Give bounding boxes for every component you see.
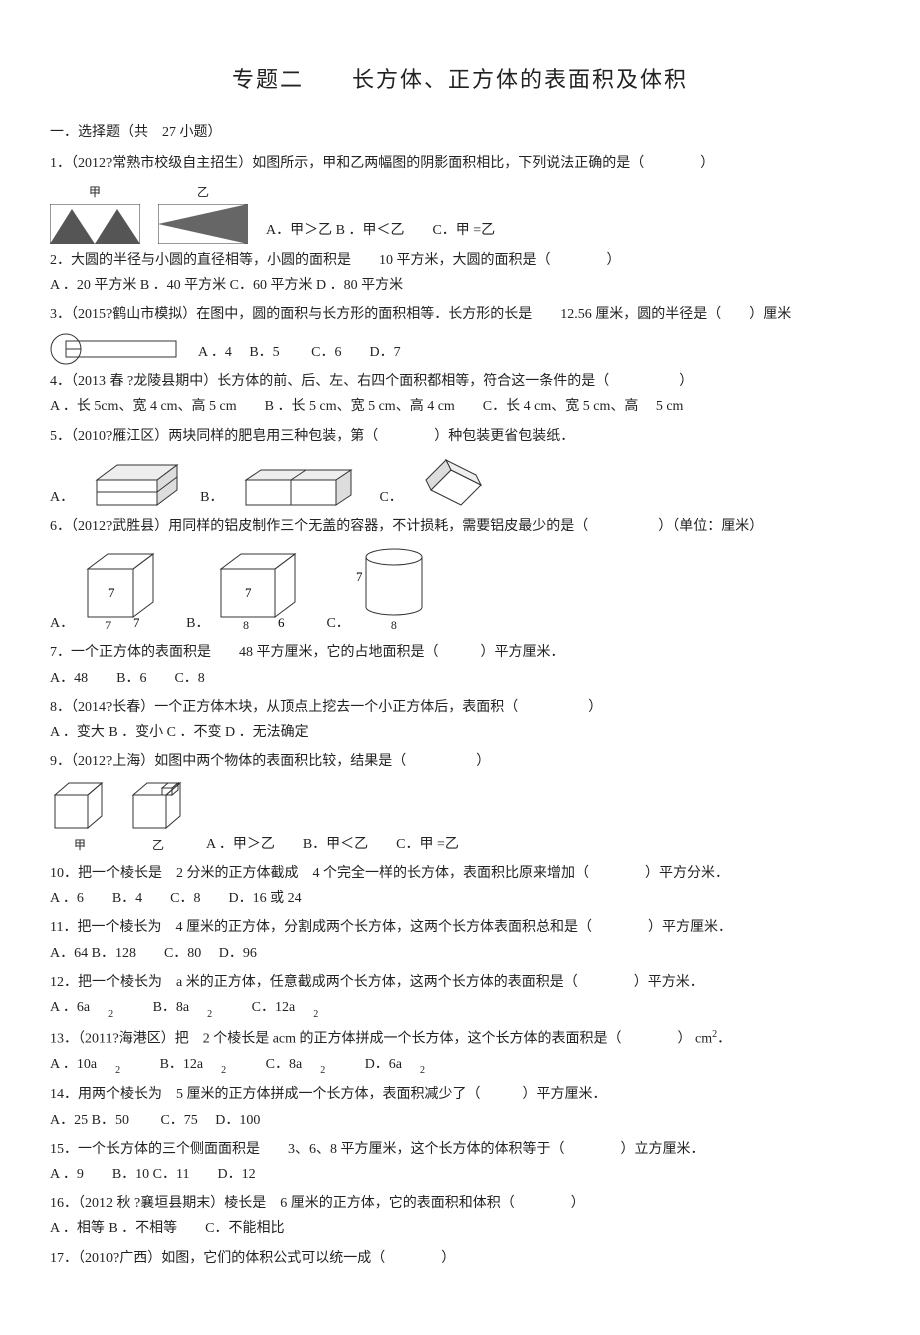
q12-opt-b: B．8a: [153, 1000, 190, 1015]
q13-opt-b: B．12a: [160, 1057, 204, 1072]
q13-opt-a: A ．10a: [50, 1057, 97, 1072]
q1-label-yi: 乙: [158, 182, 248, 204]
q13-opt-a-exp: 2: [115, 1065, 120, 1076]
question-14: 14．用两个棱长为 5 厘米的正方体拼成一个长方体，表面积减少了（ ）平方厘米．…: [50, 1082, 870, 1132]
q6-figure-c: 7 8: [354, 545, 434, 637]
q6-b-side7: 7: [245, 585, 252, 600]
q1-options: A．甲＞乙 B ．甲＜乙 C．甲 =乙: [266, 218, 495, 243]
q10-text: 10．把一个棱长是 2 分米的正方体截成 4 个完全一样的长方体，表面积比原来增…: [50, 861, 870, 886]
question-9: 9．（2012?上海）如图中两个物体的表面积比较，结果是（ ） 甲 乙 A ．甲…: [50, 749, 870, 857]
q13-opt-d: D．6a: [365, 1057, 402, 1072]
q2-text: 2．大圆的半径与小圆的直径相等，小圆的面积是 10 平方米，大圆的面积是（ ）: [50, 248, 870, 273]
question-2: 2．大圆的半径与小圆的直径相等，小圆的面积是 10 平方米，大圆的面积是（ ） …: [50, 248, 870, 298]
question-8: 8．（2014?长春）一个正方体木块，从顶点上挖去一个小正方体后，表面积（ ） …: [50, 695, 870, 745]
q5-opt-c-label: C．: [379, 485, 402, 510]
q12-opt-a: A ．6a: [50, 1000, 90, 1015]
q13-options: A ．10a 2 B．12a 2 C．8a 2 D．6a 2: [50, 1052, 870, 1079]
q1-label-jia: 甲: [50, 182, 140, 204]
question-5: 5．（2010?雁江区）两块同样的肥皂用三种包装，第（ ）种包装更省包装纸． A…: [50, 424, 870, 510]
q6-a-depth7: 7: [133, 615, 140, 629]
q3-options: A ．4 B．5 C．6 D．7: [198, 340, 401, 365]
q4-options: A ．长 5cm、宽 4 cm、高 5 cm B ．长 5 cm、宽 5 cm、…: [50, 394, 870, 419]
q12-opt-b-exp: 2: [207, 1009, 212, 1020]
question-13: 13．（2011?海港区）把 2 个棱长是 acm 的正方体拼成一个长方体，这个…: [50, 1026, 870, 1079]
question-10: 10．把一个棱长是 2 分米的正方体截成 4 个完全一样的长方体，表面积比原来增…: [50, 861, 870, 911]
q4-text: 4．（2013 春 ?龙陵县期中）长方体的前、后、左、右四个面积都相等，符合这一…: [50, 369, 870, 394]
q6-a-side7: 7: [108, 585, 115, 600]
question-11: 11．把一个棱长为 4 厘米的正方体，分割成两个长方体，这两个长方体表面积总和是…: [50, 915, 870, 965]
q13-text: 13．（2011?海港区）把 2 个棱长是 acm 的正方体拼成一个长方体，这个…: [50, 1026, 870, 1052]
q11-text: 11．把一个棱长为 4 厘米的正方体，分割成两个长方体，这两个长方体表面积总和是…: [50, 915, 870, 940]
q6-opt-c-label: C．: [326, 611, 349, 636]
q2-options: A ．20 平方米 B ．40 平方米 C．60 平方米 D ．80 平方米: [50, 273, 870, 298]
q5-figure-b: [241, 465, 361, 510]
q10-options: A ．6 B．4 C．8 D．16 或 24: [50, 886, 870, 911]
q5-figure-a: [92, 455, 182, 510]
q16-text: 16．（2012 秋 ?襄垣县期末）棱长是 6 厘米的正方体，它的表面积和体积（…: [50, 1191, 870, 1216]
q13-opt-d-exp: 2: [420, 1065, 425, 1076]
q6-c-height7: 7: [356, 569, 363, 584]
question-6: 6．（2012?武胜县）用同样的铝皮制作三个无盖的容器，不计损耗，需要铝皮最少的…: [50, 514, 870, 637]
q13-opt-c-exp: 2: [320, 1065, 325, 1076]
q6-figure-b: 7 6 8: [213, 549, 308, 637]
question-16: 16．（2012 秋 ?襄垣县期末）棱长是 6 厘米的正方体，它的表面积和体积（…: [50, 1191, 870, 1241]
q17-text: 17．（2010?广西）如图，它们的体积公式可以统一成（ ）: [50, 1246, 870, 1271]
q6-c-base8: 8: [354, 615, 434, 637]
q7-options: A．48 B．6 C．8: [50, 666, 870, 691]
q1-figure-jia: 甲: [50, 182, 140, 244]
section-heading: 一．选择题（共 27 小题）: [50, 120, 870, 145]
q12-opt-c: C．12a: [252, 1000, 296, 1015]
question-17: 17．（2010?广西）如图，它们的体积公式可以统一成（ ）: [50, 1246, 870, 1271]
q9-figure-jia: 甲: [50, 780, 110, 857]
q1-figure-yi: 乙: [158, 182, 248, 244]
q12-opt-a-exp: 2: [108, 1009, 113, 1020]
page-title: 专题二 长方体、正方体的表面积及体积: [50, 60, 870, 100]
q5-figure-c: [421, 455, 491, 510]
q12-opt-c-exp: 2: [313, 1009, 318, 1020]
q12-options: A ．6a 2 B．8a 2 C．12a 2: [50, 995, 870, 1022]
question-1: 1．（2012?常熟市校级自主招生）如图所示，甲和乙两幅图的阴影面积相比，下列说…: [50, 151, 870, 244]
question-7: 7．一个正方体的表面积是 48 平方厘米，它的占地面积是（ ）平方厘米． A．4…: [50, 640, 870, 690]
q8-options: A ．变大 B ．变小 C ．不变 D ．无法确定: [50, 720, 870, 745]
question-15: 15．一个长方体的三个侧面面积是 3、6、8 平方厘米，这个长方体的体积等于（ …: [50, 1137, 870, 1187]
q7-text: 7．一个正方体的表面积是 48 平方厘米，它的占地面积是（ ）平方厘米．: [50, 640, 870, 665]
q3-figure: [50, 333, 180, 365]
q9-figure-yi: 乙: [128, 780, 188, 857]
q6-figure-a: 7 7 7: [78, 549, 168, 637]
question-12: 12．把一个棱长为 a 米的正方体，任意截成两个长方体，这两个长方体的表面积是（…: [50, 970, 870, 1022]
q13-opt-b-exp: 2: [221, 1065, 226, 1076]
q13-text-inner: 13．（2011?海港区）把 2 个棱长是 acm 的正方体拼成一个长方体，这个…: [50, 1031, 712, 1046]
q3-text: 3．（2015?鹤山市模拟）在图中，圆的面积与长方形的面积相等．长方形的长是 1…: [50, 302, 870, 327]
q8-text: 8．（2014?长春）一个正方体木块，从顶点上挖去一个小正方体后，表面积（ ）: [50, 695, 870, 720]
q11-options: A．64 B．128 C．80 D．96: [50, 941, 870, 966]
q15-options: A ．9 B．10 C．11 D．12: [50, 1162, 870, 1187]
q14-options: A．25 B．50 C．75 D．100: [50, 1108, 870, 1133]
q16-options: A ．相等 B ．不相等 C．不能相比: [50, 1216, 870, 1241]
q6-b-depth6: 6: [278, 615, 285, 629]
q5-opt-b-label: B．: [200, 485, 223, 510]
q9-label-yi: 乙: [128, 835, 188, 857]
q15-text: 15．一个长方体的三个侧面面积是 3、6、8 平方厘米，这个长方体的体积等于（ …: [50, 1137, 870, 1162]
q6-a-base7: 7: [48, 615, 168, 637]
q6-b-base8: 8: [183, 615, 308, 637]
q9-label-jia: 甲: [50, 835, 110, 857]
question-4: 4．（2013 春 ?龙陵县期中）长方体的前、后、左、右四个面积都相等，符合这一…: [50, 369, 870, 419]
q5-opt-a-label: A．: [50, 485, 74, 510]
q13-cm2-exp: 2: [712, 1029, 717, 1040]
q9-text: 9．（2012?上海）如图中两个物体的表面积比较，结果是（ ）: [50, 749, 870, 774]
q14-text: 14．用两个棱长为 5 厘米的正方体拼成一个长方体，表面积减少了（ ）平方厘米．: [50, 1082, 870, 1107]
q5-text: 5．（2010?雁江区）两块同样的肥皂用三种包装，第（ ）种包装更省包装纸．: [50, 424, 870, 449]
q9-options: A ．甲＞乙 B．甲＜乙 C．甲 =乙: [206, 832, 459, 857]
q1-text: 1．（2012?常熟市校级自主招生）如图所示，甲和乙两幅图的阴影面积相比，下列说…: [50, 151, 870, 176]
q12-text: 12．把一个棱长为 a 米的正方体，任意截成两个长方体，这两个长方体的表面积是（…: [50, 970, 870, 995]
question-3: 3．（2015?鹤山市模拟）在图中，圆的面积与长方形的面积相等．长方形的长是 1…: [50, 302, 870, 365]
q6-text: 6．（2012?武胜县）用同样的铝皮制作三个无盖的容器，不计损耗，需要铝皮最少的…: [50, 514, 870, 539]
q13-opt-c: C．8a: [266, 1057, 303, 1072]
